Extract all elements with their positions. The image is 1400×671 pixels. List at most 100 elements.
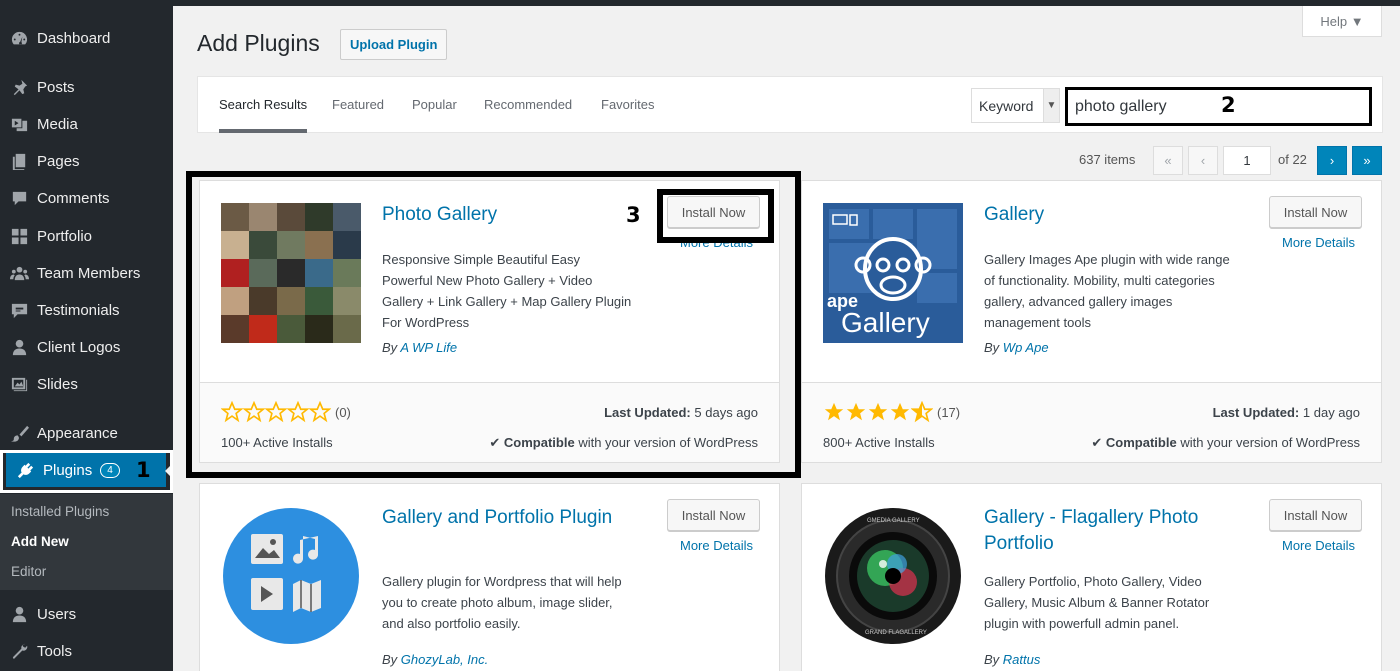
rating-count: (17) [937,404,961,420]
sidebar-item-label: Users [37,605,77,623]
install-now-button[interactable]: Install Now [1269,196,1362,228]
author-link[interactable]: GhozyLab, Inc. [401,652,488,667]
submenu-editor[interactable]: Editor [11,564,46,579]
sidebar-item-label: Posts [37,78,75,96]
star-filled-icon [890,402,910,421]
plugin-card-footer: (17) 800+ Active Installs Last Updated: … [802,382,1381,462]
upload-plugin-button[interactable]: Upload Plugin [340,29,448,60]
plugin-thumbnail-ape-gallery: ape Gallery [823,203,963,343]
plugin-description: Gallery plugin for Wordpress that will h… [382,574,622,631]
sidebar-item-pages[interactable]: Pages [0,144,173,178]
active-installs: 800+ Active Installs [823,435,935,450]
sidebar-item-label: Pages [37,152,80,170]
sidebar-item-slides[interactable]: Slides [0,367,173,401]
testimonial-icon [8,300,30,320]
search-plugins-input[interactable] [1065,87,1372,126]
compatible-label: Compatible [1105,435,1177,450]
sidebar-item-appearance[interactable]: Appearance [0,416,173,450]
annotation-2: 2 [1221,93,1236,117]
install-now-button[interactable]: Install Now [1269,499,1362,531]
current-page-input[interactable] [1223,146,1271,175]
author-link[interactable]: Wp Ape [1003,340,1049,355]
plugin-card-flagallery: GMEDIA GALLERY GRAND FLAGALLERY Gallery … [801,483,1382,671]
author-prefix: By [382,652,398,667]
star-filled-icon [824,402,844,421]
lens-text-bottom: GRAND FLAGALLERY [865,630,927,636]
sidebar-item-comments[interactable]: Comments [0,181,173,215]
help-tab-button[interactable]: Help ▼ [1302,6,1382,37]
tab-featured[interactable]: Featured [332,97,384,112]
sidebar-item-label: Appearance [37,424,118,442]
compatible-text: with your version of WordPress [1180,435,1360,450]
pin-icon [8,77,30,97]
plugin-title[interactable]: Gallery - Flagallery Photo Portfolio [984,505,1229,557]
next-page-button[interactable]: › [1317,146,1347,175]
sidebar-item-label: Comments [37,189,110,207]
more-details-link[interactable]: More Details [1282,235,1355,250]
highlight-box-plugins-menu [0,450,173,493]
more-details-link[interactable]: More Details [1282,538,1355,553]
submenu-installed-plugins[interactable]: Installed Plugins [11,504,109,519]
star-half-icon [911,401,933,423]
tools-icon [8,641,30,661]
plugin-filter-bar: Search Results Featured Popular Recommen… [197,76,1383,133]
sidebar-item-users[interactable]: Users [0,597,173,631]
sidebar-item-media[interactable]: Media [0,107,173,141]
plugins-submenu: Installed Plugins Add New Editor [0,494,173,590]
search-type-value: Keyword [979,97,1034,114]
sidebar-item-label: Slides [37,375,78,393]
first-page-button[interactable]: « [1153,146,1183,175]
total-pages: of 22 [1278,152,1307,167]
sidebar-item-portfolio[interactable]: Portfolio [0,219,173,253]
admin-sidebar: Dashboard Posts Media Pages Comments Por… [0,0,173,671]
more-details-link[interactable]: More Details [680,538,753,553]
user-icon [8,337,30,357]
sidebar-item-dashboard[interactable]: Dashboard [0,21,173,55]
plugin-card-gallery-portfolio: Gallery and Portfolio Plugin Gallery plu… [199,483,780,671]
tab-popular[interactable]: Popular [412,97,457,112]
groups-icon [8,263,30,283]
plugin-description: Gallery Images Ape plugin with wide rang… [984,252,1230,330]
sidebar-item-label: Client Logos [37,338,121,356]
compatibility-note: ✔ Compatible with your version of WordPr… [1091,435,1360,451]
active-tab-indicator [219,129,307,133]
lens-text-top: GMEDIA GALLERY [867,518,920,524]
checkmark-icon: ✔ [1091,435,1103,450]
plugin-title[interactable]: Gallery [984,202,1229,228]
plugin-author: By Rattus [984,652,1040,667]
users-icon [8,604,30,624]
pages-icon [8,151,30,171]
tab-search-results[interactable]: Search Results [219,97,307,112]
highlight-box-install-button [657,189,774,243]
plugin-card-gallery-ape: ape Gallery Gallery Gallery Images Ape p… [801,180,1382,463]
last-updated-label: Last Updated: [1212,405,1300,420]
star-filled-icon [868,402,888,421]
dashboard-icon [8,28,30,48]
sidebar-item-team-members[interactable]: Team Members [0,256,173,290]
chevron-down-icon: ▼ [1043,89,1059,122]
last-updated-value: 1 day ago [1302,405,1360,420]
sidebar-item-label: Team Members [37,264,141,282]
sidebar-item-label: Tools [37,642,73,660]
prev-page-button[interactable]: ‹ [1188,146,1218,175]
install-now-button[interactable]: Install Now [667,499,760,531]
author-link[interactable]: Rattus [1003,652,1041,667]
sidebar-item-tools[interactable]: Tools [0,634,173,668]
comments-icon [8,188,30,208]
sidebar-item-testimonials[interactable]: Testimonials [0,293,173,327]
grid-icon [8,226,30,246]
sidebar-item-client-logos[interactable]: Client Logos [0,330,173,364]
tab-favorites[interactable]: Favorites [601,97,654,112]
submenu-add-new[interactable]: Add New [11,534,69,549]
plugin-title[interactable]: Gallery and Portfolio Plugin [382,505,627,531]
search-type-select[interactable]: Keyword ▼ [971,88,1060,123]
admin-bar [173,0,1400,6]
last-page-button[interactable]: » [1352,146,1382,175]
logo-text-gallery: Gallery [841,307,930,338]
sidebar-item-label: Dashboard [37,29,111,47]
plugin-thumbnail-gallery-portfolio [221,506,361,646]
tab-recommended[interactable]: Recommended [484,97,572,112]
sidebar-item-label: Media [37,115,78,133]
items-count: 637 items [1079,152,1136,167]
sidebar-item-posts[interactable]: Posts [0,70,173,104]
